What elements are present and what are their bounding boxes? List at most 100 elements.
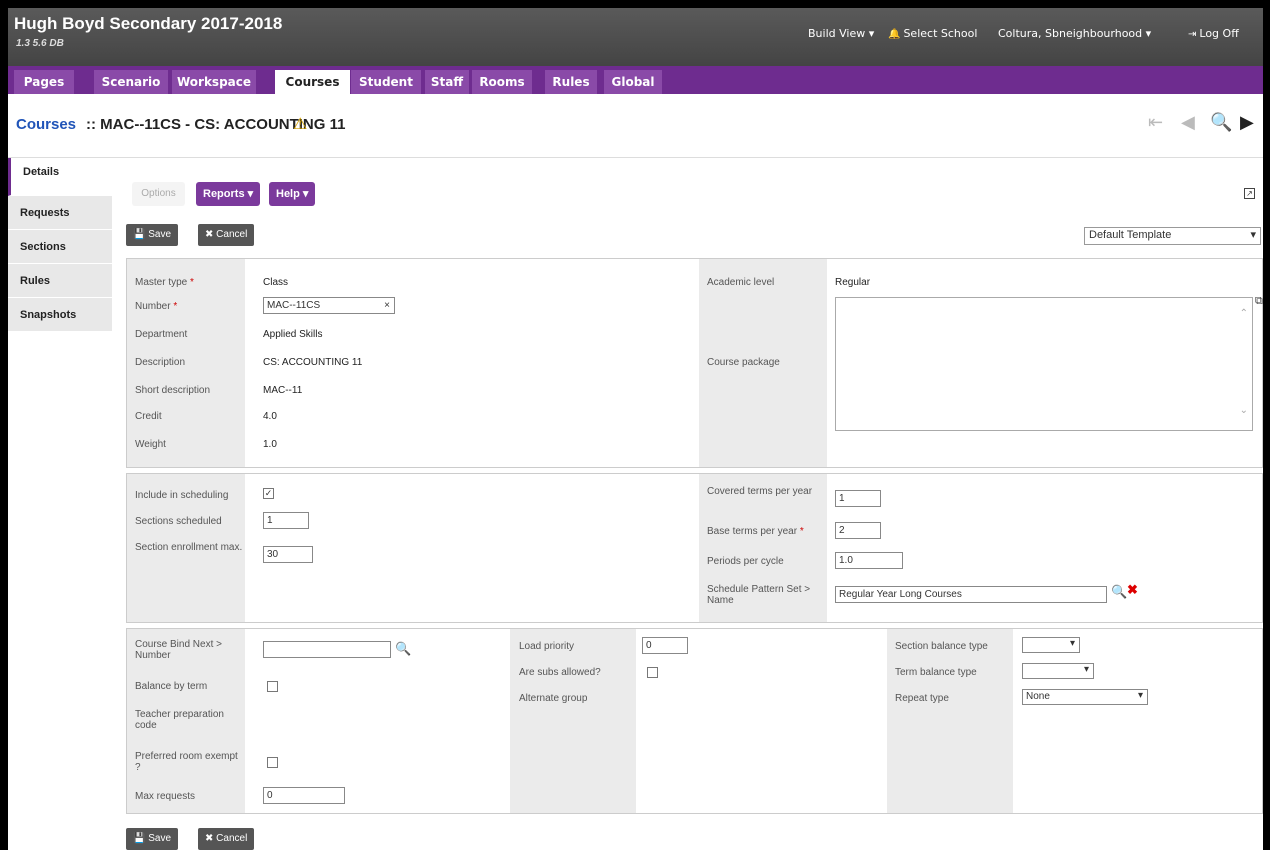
tab-student[interactable]: Student xyxy=(351,70,421,94)
sections-scheduled-field[interactable]: 1 xyxy=(263,512,309,529)
course-bind-field[interactable] xyxy=(263,641,391,658)
base-terms-label: Base terms per year * xyxy=(707,526,804,537)
options-panel: Course Bind Next > Number 🔍 Balance by t… xyxy=(126,628,1263,814)
master-type-label: Master type * xyxy=(135,277,194,288)
save-button-bottom[interactable]: 💾 Save xyxy=(126,828,179,850)
section-enrollment-field[interactable]: 30 xyxy=(263,546,313,563)
search-icon[interactable]: 🔍 xyxy=(1210,112,1232,133)
save-icon: 💾 xyxy=(133,833,146,844)
reports-button[interactable]: Reports ▾ xyxy=(196,182,261,206)
repeat-type-select[interactable]: None ▾ xyxy=(1022,689,1148,705)
tab-rooms[interactable]: Rooms xyxy=(472,70,532,94)
repeat-type-label: Repeat type xyxy=(895,693,949,704)
search-icon[interactable]: 🔍 xyxy=(395,641,411,657)
weight-label: Weight xyxy=(135,439,166,450)
tab-rules[interactable]: Rules xyxy=(545,70,597,94)
save-label: Save xyxy=(148,833,172,844)
popout-icon[interactable]: ↗ xyxy=(1244,188,1255,199)
weight-value: 1.0 xyxy=(263,439,277,450)
course-bind-label: Course Bind Next > Number xyxy=(135,639,222,661)
term-balance-select[interactable]: ▾ xyxy=(1022,663,1094,679)
warning-icon: ⚠ xyxy=(293,116,308,133)
breadcrumb-courses[interactable]: Courses xyxy=(16,116,76,133)
template-value: Default Template xyxy=(1089,229,1172,241)
chevron-down-icon: ▾ xyxy=(1069,638,1075,649)
tab-pages[interactable]: Pages xyxy=(14,70,74,94)
description-label: Description xyxy=(135,357,186,368)
save-icon: 💾 xyxy=(133,229,146,240)
first-record-icon[interactable]: ⇤ xyxy=(1148,112,1163,133)
build-view-menu[interactable]: Build View ▾ xyxy=(808,27,874,40)
user-menu[interactable]: Coltura, Sbneighbourhood ▾ xyxy=(998,27,1151,40)
tab-scenario[interactable]: Scenario xyxy=(94,70,168,94)
department-value: Applied Skills xyxy=(263,329,323,340)
chevron-down-icon: ▾ xyxy=(1250,229,1256,241)
base-terms-field[interactable]: 2 xyxy=(835,522,881,539)
tab-global[interactable]: Global xyxy=(604,70,662,94)
side-tab-snapshots[interactable]: Snapshots xyxy=(8,298,112,332)
max-requests-field[interactable]: 0 xyxy=(263,787,345,804)
tab-staff[interactable]: Staff xyxy=(425,70,469,94)
side-tabs: Details Requests Sections Rules Snapshot… xyxy=(8,158,112,332)
save-button[interactable]: 💾 Save xyxy=(126,224,179,246)
side-tab-sections[interactable]: Sections xyxy=(8,230,112,264)
logout-icon: ⇥ xyxy=(1188,29,1197,40)
search-icon[interactable]: 🔍 xyxy=(1111,584,1127,600)
load-priority-field[interactable]: 0 xyxy=(642,637,688,654)
short-desc-value: MAC--11 xyxy=(263,385,303,396)
next-record-icon[interactable]: ▶ xyxy=(1240,112,1254,133)
scroll-down-icon[interactable]: ⌄ xyxy=(1240,405,1248,416)
course-package-label: Course package xyxy=(707,357,780,368)
section-balance-select[interactable]: ▾ xyxy=(1022,637,1080,653)
side-tab-requests[interactable]: Requests xyxy=(8,196,112,230)
side-tab-details[interactable]: Details xyxy=(8,158,112,196)
close-icon: ✖ xyxy=(205,833,214,844)
preferred-room-label: Preferred room exempt ? xyxy=(135,751,238,773)
log-off-label: Log Off xyxy=(1199,27,1239,40)
include-scheduling-checkbox[interactable]: ✓ xyxy=(263,488,274,499)
tab-workspace[interactable]: Workspace xyxy=(172,70,256,94)
scheduling-panel: Include in scheduling ✓ Sections schedul… xyxy=(126,473,1263,623)
remove-icon[interactable]: ✖ xyxy=(1127,582,1138,598)
term-balance-label: Term balance type xyxy=(895,667,977,678)
main-nav: Pages Scenario Workspace Courses Student… xyxy=(8,66,1263,94)
cancel-button-bottom[interactable]: ✖ Cancel xyxy=(198,828,255,850)
clear-icon[interactable]: × xyxy=(384,299,390,312)
number-field[interactable]: MAC--11CS × xyxy=(263,297,395,314)
template-select[interactable]: Default Template ▾ xyxy=(1084,227,1261,245)
periods-label: Periods per cycle xyxy=(707,556,784,567)
balance-term-label: Balance by term xyxy=(135,681,208,692)
subs-allowed-label: Are subs allowed? xyxy=(519,667,601,678)
log-off-link[interactable]: ⇥ Log Off xyxy=(1188,27,1239,40)
covered-terms-field[interactable]: 1 xyxy=(835,490,881,507)
balance-term-checkbox[interactable] xyxy=(267,681,278,692)
cancel-button[interactable]: ✖ Cancel xyxy=(198,224,255,246)
scroll-up-icon[interactable]: ⌃ xyxy=(1240,308,1248,319)
credit-label: Credit xyxy=(135,411,162,422)
options-button[interactable]: Options xyxy=(132,182,185,206)
schedule-pattern-field[interactable]: Regular Year Long Courses xyxy=(835,586,1107,603)
periods-field[interactable]: 1.0 xyxy=(835,552,903,569)
tab-courses[interactable]: Courses xyxy=(275,70,350,94)
select-school-link[interactable]: 🔔 Select School xyxy=(888,27,977,40)
subs-allowed-checkbox[interactable] xyxy=(647,667,658,678)
expand-window-icon[interactable]: ⧉ xyxy=(1255,295,1263,308)
side-tab-rules[interactable]: Rules xyxy=(8,264,112,298)
include-scheduling-label: Include in scheduling xyxy=(135,490,229,501)
previous-record-icon[interactable]: ◀ xyxy=(1181,112,1195,133)
course-package-textarea[interactable]: ⌃ ⌄ xyxy=(835,297,1253,431)
page-title-bar: Courses :: MAC--11CS - CS: ACCOUNTING 11… xyxy=(8,94,1263,158)
covered-terms-label: Covered terms per year xyxy=(707,486,813,497)
number-label: Number * xyxy=(135,301,178,312)
master-type-value: Class xyxy=(263,277,289,288)
teacher-prep-label: Teacher preparation code xyxy=(135,709,224,731)
preferred-room-checkbox[interactable] xyxy=(267,757,278,768)
repeat-type-value: None xyxy=(1026,691,1050,702)
sections-scheduled-label: Sections scheduled xyxy=(135,516,222,527)
chevron-down-icon: ▾ xyxy=(1083,664,1089,675)
description-value: CS: ACCOUNTING 11 xyxy=(263,357,363,368)
help-button[interactable]: Help ▾ xyxy=(269,182,316,206)
select-school-label: Select School xyxy=(903,27,978,40)
max-requests-label: Max requests xyxy=(135,791,196,802)
details-content: Options Reports ▾ Help ▾ ↗ 💾 Save ✖ Canc… xyxy=(112,158,1263,850)
